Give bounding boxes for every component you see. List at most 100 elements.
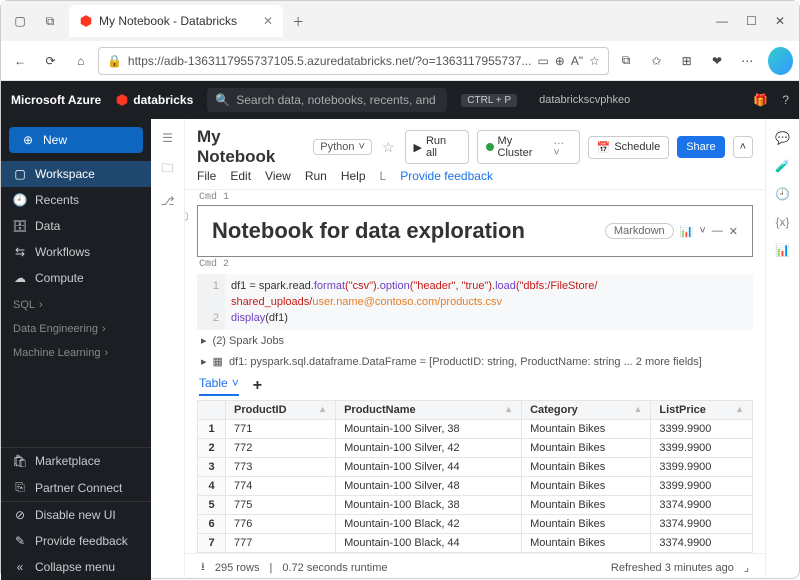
close-cell-icon[interactable]: ✕ [729,225,738,238]
menu-view[interactable]: View [265,169,291,183]
menu-run[interactable]: Run [305,169,327,183]
sidebar-item-feedback[interactable]: ✎Provide feedback [1,528,151,554]
sidebar-section-de[interactable]: Data Engineering› [1,315,151,339]
close-tab-icon[interactable]: ✕ [263,14,273,28]
table-row[interactable]: 2772Mountain-100 Silver, 42Mountain Bike… [198,439,753,458]
sidebar-item-partner[interactable]: ⎘Partner Connect [1,474,151,501]
menu-file[interactable]: File [197,169,216,183]
refresh-button[interactable]: ⟳ [37,46,63,76]
table-row[interactable]: 5775Mountain-100 Black, 38Mountain Bikes… [198,496,753,515]
markdown-cell[interactable]: Notebook for data exploration Markdown 📊… [197,205,753,257]
sidebar-item-workspace[interactable]: ▢Workspace [1,161,151,187]
tabs-overview-icon[interactable]: ⧉ [35,6,65,36]
window-close[interactable]: ✕ [775,14,785,28]
sidebar-item-collapse[interactable]: «Collapse menu [1,554,151,580]
th-productid[interactable]: ProductID▲ [226,401,336,420]
chart-icon[interactable]: 📊 [680,225,694,238]
cell-run-indicator[interactable]: ▢ [185,211,188,222]
th-listprice[interactable]: ListPrice▲ [651,401,753,420]
table-row[interactable]: 7777Mountain-100 Black, 44Mountain Bikes… [198,534,753,553]
more-icon[interactable]: ⋯ [734,46,760,76]
menu-help[interactable]: Help [341,169,366,183]
folder-icon[interactable]: 🗀 [161,159,173,180]
toc-icon[interactable]: ☰ [162,131,173,145]
gift-icon[interactable]: 🎁 [753,93,768,107]
favorites-icon[interactable]: ✩ [643,46,669,76]
bing-chat-icon[interactable] [768,47,793,75]
table-footer: ⭳ 295 rows | 0.72 seconds runtime Refres… [185,553,765,580]
table-row[interactable]: 1771Mountain-100 Silver, 38Mountain Bike… [198,420,753,439]
table-tab[interactable]: Table˅ [199,376,239,396]
th-category[interactable]: Category▲ [522,401,651,420]
sidebar-item-workflows[interactable]: ⇆Workflows [1,239,151,265]
language-selector[interactable]: Python˅ [313,139,372,155]
back-button[interactable]: ← [7,46,33,76]
table-row[interactable]: 3773Mountain-100 Silver, 44Mountain Bike… [198,458,753,477]
table-row[interactable]: 6776Mountain-100 Black, 42Mountain Bikes… [198,515,753,534]
runtime: 0.72 seconds runtime [282,562,387,574]
table-row[interactable]: 4774Mountain-100 Silver, 48Mountain Bike… [198,477,753,496]
cluster-selector[interactable]: My Cluster…˅ [477,130,580,164]
row-count: 295 rows [215,562,260,574]
comments-icon[interactable]: 💬 [775,131,790,145]
sidebar-item-disable-ui[interactable]: ⊘Disable new UI [1,502,151,528]
sidebar-section-ml[interactable]: Machine Learning› [1,339,151,363]
code-cell[interactable]: 1 2 df1 = spark.read.format("csv").optio… [197,274,753,330]
provide-feedback-link[interactable]: Provide feedback [400,169,493,183]
notebook-title[interactable]: My Notebook [197,127,303,167]
extensions-icon[interactable]: ⊞ [674,46,700,76]
schedule-button[interactable]: 📅Schedule [588,136,670,159]
reader-icon[interactable]: A" [571,54,583,68]
sidebar: ⊕ New ▢Workspace 🕘Recents 🗄Data ⇆Workflo… [1,119,151,580]
databricks-logo: databricks [115,93,193,107]
address-bar[interactable]: 🔒 https://adb-1363117955737105.5.azureda… [98,47,609,75]
download-icon[interactable]: ⭳ [201,558,205,577]
sidebar-item-marketplace[interactable]: 🛍Marketplace [1,448,151,474]
spark-jobs-row[interactable]: ▸(2) Spark Jobs [185,330,765,351]
history-icon[interactable]: 🕘 [775,187,790,201]
mlflow-icon[interactable]: 🧪 [775,159,790,173]
collapse-icon: « [13,560,27,574]
collapse-output-icon[interactable]: ⌟ [744,561,749,574]
new-button[interactable]: ⊕ New [9,127,143,153]
cell-type-pill[interactable]: Markdown [605,223,674,239]
line-gutter: 1 2 [197,274,225,330]
schema-row[interactable]: ▸▦df1: pyspark.sql.dataframe.DataFrame =… [185,351,765,372]
run-all-button[interactable]: ▶Run all [405,130,469,164]
home-button[interactable]: ⌂ [68,46,94,76]
window-maximize[interactable]: ☐ [746,14,757,28]
translate-icon[interactable]: ⊕ [555,54,565,68]
left-rail: ☰ 🗀 ⎇ [151,119,185,580]
azure-logo: Microsoft Azure [11,93,101,107]
new-tab-button[interactable]: ＋ [283,6,313,36]
minimize-cell-icon[interactable]: — [712,225,723,237]
result-table: ProductID▲ ProductName▲ Category▲ ListPr… [197,400,753,553]
favorite-icon[interactable]: ☆ [589,54,600,68]
favorite-star-icon[interactable]: ☆ [382,139,395,156]
assistant-icon[interactable]: 📊 [775,243,790,257]
sidebar-item-data[interactable]: 🗄Data [1,213,151,239]
chevron-down-icon: ˅ [359,141,365,153]
add-viz-button[interactable]: + [253,377,262,395]
browser-tab[interactable]: My Notebook - Databricks ✕ [69,5,283,37]
sidebar-section-sql[interactable]: SQL› [1,291,151,315]
chevron-down-icon[interactable]: ˅ [699,225,705,237]
collections-icon[interactable]: ⧉ [613,46,639,76]
th-productname[interactable]: ProductName▲ [336,401,522,420]
expand-button[interactable]: ˄ [733,136,753,158]
performance-icon[interactable]: ❤ [704,46,730,76]
app-search-input[interactable]: 🔍 Search data, notebooks, recents, and m… [207,88,447,112]
sidebar-item-compute[interactable]: ☁Compute [1,265,151,291]
menu-edit[interactable]: Edit [230,169,251,183]
variables-icon[interactable]: {x} [775,215,789,229]
help-icon[interactable]: ? [782,93,789,107]
last-run-icon[interactable]: L [380,169,387,183]
window-minimize[interactable]: — [716,14,728,28]
share-button[interactable]: Share [677,136,724,158]
site-permission-icon[interactable]: ▭ [537,54,548,68]
sidebar-item-recents[interactable]: 🕘Recents [1,187,151,213]
branch-icon[interactable]: ⎇ [161,194,175,208]
plus-circle-icon: ⊕ [21,133,35,147]
th-idx[interactable] [198,401,226,420]
tab-actions-icon[interactable]: ▢ [5,6,35,36]
